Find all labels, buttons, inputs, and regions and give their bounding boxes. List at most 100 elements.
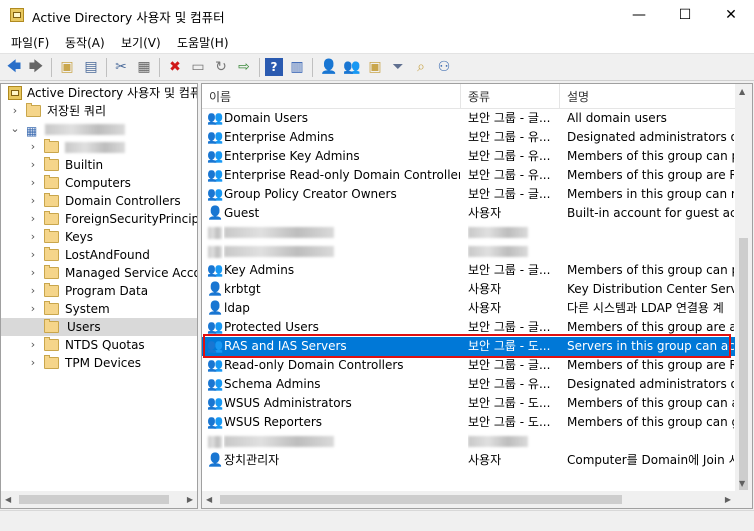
redacted-icon <box>207 244 222 259</box>
scroll-left-arrow[interactable]: ◀ <box>206 495 212 504</box>
up-folder-icon[interactable]: ▣ <box>58 58 76 76</box>
list-horizontal-scrollbar[interactable]: ◀ ▶ <box>202 491 735 508</box>
chevron-right-icon[interactable]: › <box>28 246 38 264</box>
chevron-right-icon[interactable]: › <box>10 102 20 120</box>
add-to-group-icon[interactable]: ⚇ <box>435 58 453 76</box>
help-icon[interactable]: ? <box>265 58 283 76</box>
column-header-description[interactable]: 설명 <box>567 88 589 105</box>
tree-item-label: Domain Controllers <box>65 194 181 208</box>
toolbar-separator <box>159 58 160 77</box>
scroll-right-arrow[interactable]: ▶ <box>725 495 731 504</box>
copy-icon[interactable]: ▦ <box>135 58 153 76</box>
tree-item-builtin[interactable]: › Builtin <box>1 156 197 174</box>
scroll-thumb[interactable] <box>739 238 748 490</box>
chevron-right-icon[interactable]: › <box>28 336 38 354</box>
find-icon[interactable]: ⌕ <box>412 58 430 76</box>
new-group-icon[interactable]: 👥 <box>343 58 361 76</box>
list-item[interactable]: 👥 Enterprise Key Admins 보안 그룹 - 유... Member… <box>202 147 752 166</box>
tree-item-program-data[interactable]: › Program Data <box>1 282 197 300</box>
tree-item-lostandfound[interactable]: › LostAndFound <box>1 246 197 264</box>
chevron-right-icon[interactable]: › <box>28 210 38 228</box>
list-item[interactable] <box>202 242 752 261</box>
menu-help[interactable]: 도움말(H) <box>177 34 229 51</box>
delete-icon[interactable]: ✖ <box>166 58 184 76</box>
column-header-type[interactable]: 종류 <box>468 88 490 105</box>
cell-name: ldap <box>224 301 250 315</box>
chevron-right-icon[interactable]: › <box>28 228 38 246</box>
group-icon: 👥 <box>207 111 224 126</box>
export-list-icon[interactable]: ⇨ <box>235 58 253 76</box>
list-item[interactable]: 👤krbtgt 사용자 Key Distribution Center Servic… <box>202 280 752 299</box>
tree-item-redacted-ou[interactable]: › <box>1 138 197 156</box>
tree-item-users[interactable]: Users <box>1 318 197 336</box>
chevron-right-icon[interactable]: › <box>28 300 38 318</box>
new-user-icon[interactable]: 👤 <box>320 58 338 76</box>
cell-name: Enterprise Admins <box>224 130 335 144</box>
folder-icon <box>44 337 59 351</box>
tree-item-domain-controllers[interactable]: › Domain Controllers <box>1 192 197 210</box>
tree-item-tpm-devices[interactable]: › TPM Devices <box>1 354 197 372</box>
chevron-right-icon[interactable]: › <box>28 138 38 156</box>
minimize-button[interactable]: — <box>616 0 662 31</box>
folder-icon <box>44 193 59 207</box>
list-vertical-scrollbar[interactable]: ▲ ▼ <box>735 84 752 508</box>
list-item[interactable]: 👤 ldap 사용자 다른 시스템과 LDAP 연결용 계 <box>202 299 752 318</box>
chevron-right-icon[interactable]: › <box>28 354 38 372</box>
list-item[interactable]: 👥 Schema Admins 보안 그룹 - 유... Designated adm… <box>202 375 752 394</box>
cell-name: Domain Users <box>224 111 308 125</box>
list-item[interactable]: 👥 Enterprise Admins 보안 그룹 - 유... Designated… <box>202 128 752 147</box>
filter-icon[interactable]: ⏷ <box>389 58 407 76</box>
menu-view[interactable]: 보기(V) <box>121 34 161 51</box>
tree-item-domain[interactable]: ⌄ ▦ <box>1 120 197 138</box>
scroll-up-arrow[interactable]: ▲ <box>739 87 745 96</box>
tree-item-ntds-quotas[interactable]: › NTDS Quotas <box>1 336 197 354</box>
tree-item-saved-queries[interactable]: › 저장된 쿼리 <box>1 102 197 120</box>
folder-icon <box>44 211 59 225</box>
tree-horizontal-scrollbar[interactable]: ◀ ▶ <box>1 491 197 508</box>
list-item[interactable]: 👤Guest 사용자 Built-in account for guest acce… <box>202 204 752 223</box>
list-item[interactable]: 👥 WSUS Reporters 보안 그룹 - 도... Members of th… <box>202 413 752 432</box>
chevron-right-icon[interactable]: › <box>28 174 38 192</box>
scroll-left-arrow[interactable]: ◀ <box>5 495 11 504</box>
scroll-thumb[interactable] <box>220 495 622 504</box>
cut-icon[interactable]: ✂ <box>112 58 130 76</box>
list-item[interactable] <box>202 432 752 451</box>
back-icon[interactable]: 🡄 <box>5 58 23 76</box>
chevron-right-icon[interactable]: › <box>28 192 38 210</box>
list-item[interactable] <box>202 223 752 242</box>
menu-action[interactable]: 동작(A) <box>65 34 105 51</box>
chevron-right-icon[interactable]: › <box>28 264 38 282</box>
chevron-down-icon[interactable]: ⌄ <box>10 120 20 138</box>
forward-icon[interactable]: 🡆 <box>27 58 45 76</box>
tree-item-foreignsecurityprincipal[interactable]: › ForeignSecurityPrincipal <box>1 210 197 228</box>
chevron-right-icon[interactable]: › <box>28 282 38 300</box>
column-divider[interactable] <box>559 84 560 108</box>
list-item[interactable]: 👥 WSUS Administrators 보안 그룹 - 도... Members … <box>202 394 752 413</box>
cell-description: Key Distribution Center Service <box>567 282 734 296</box>
tree-item-keys[interactable]: › Keys <box>1 228 197 246</box>
scroll-thumb[interactable] <box>19 495 169 504</box>
new-ou-icon[interactable]: ▣ <box>366 58 384 76</box>
column-header-name[interactable]: 이름 <box>209 88 231 105</box>
maximize-button[interactable]: ☐ <box>662 0 708 31</box>
column-divider[interactable] <box>460 84 461 108</box>
close-button[interactable]: ✕ <box>708 0 754 31</box>
action-pane-icon[interactable]: ▥ <box>288 58 306 76</box>
list-item[interactable]: 👥 Enterprise Read-only Domain Controllers… <box>202 166 752 185</box>
menu-file[interactable]: 파일(F) <box>11 34 49 51</box>
show-console-tree-icon[interactable]: ▤ <box>82 58 100 76</box>
list-item[interactable]: 👤 장치관리자 사용자 Computer를 Domain에 Join 시 <box>202 451 752 470</box>
list-item[interactable]: 👥 Domain Users 보안 그룹 - 글... All domain user… <box>202 109 752 128</box>
scroll-down-arrow[interactable]: ▼ <box>739 479 745 488</box>
list-item[interactable]: 👥 Key Admins 보안 그룹 - 글... Members of this g… <box>202 261 752 280</box>
list-item[interactable]: 👥 Group Policy Creator Owners 보안 그룹 - 글...… <box>202 185 752 204</box>
tree-item-computers[interactable]: › Computers <box>1 174 197 192</box>
tree-item-managed-service-accou[interactable]: › Managed Service Accou <box>1 264 197 282</box>
chevron-right-icon[interactable]: › <box>28 156 38 174</box>
tree-item-system[interactable]: › System <box>1 300 197 318</box>
scroll-right-arrow[interactable]: ▶ <box>187 495 193 504</box>
refresh-icon[interactable]: ↻ <box>212 58 230 76</box>
list-item[interactable]: 👥 Read-only Domain Controllers 보안 그룹 - 글..… <box>202 356 752 375</box>
tree-item-root[interactable]: Active Directory 사용자 및 컴퓨터 <box>1 84 197 102</box>
properties-icon[interactable]: ▭ <box>189 58 207 76</box>
